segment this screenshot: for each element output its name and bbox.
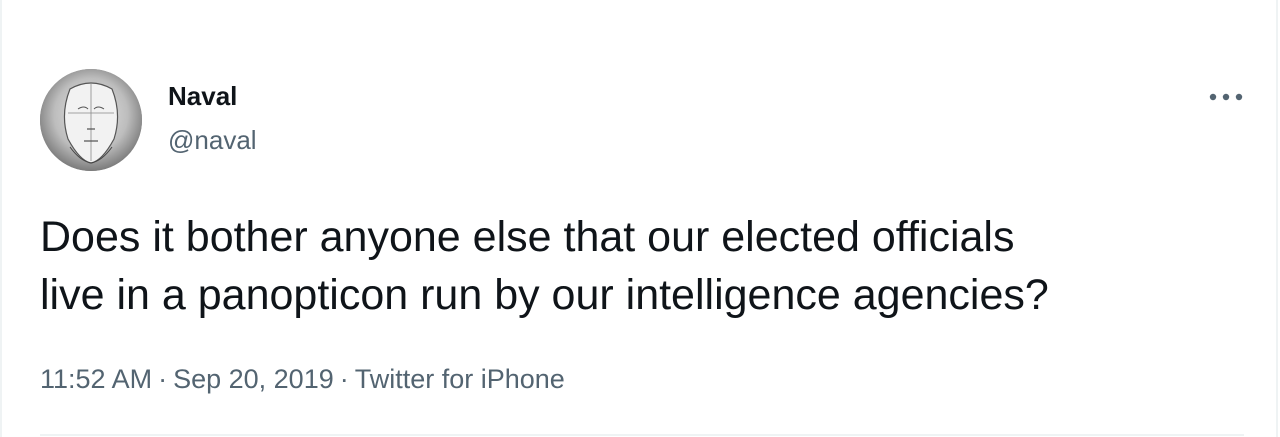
tweet-timestamp-link[interactable]: 11:52 AM · Sep 20, 2019 (40, 364, 334, 394)
more-horizontal-icon (1209, 93, 1243, 101)
tweet-card: ▀▀▀▀▀ Naval @naval (0, 0, 1278, 437)
tweet-date: Sep 20, 2019 (173, 364, 334, 394)
author-name[interactable]: Naval (168, 80, 237, 112)
previous-tweet-fragment: ▀▀▀▀▀ (162, 0, 282, 6)
avatar-sketch-icon (40, 69, 142, 171)
more-options-button[interactable] (1198, 82, 1254, 112)
author-handle[interactable]: @naval (168, 124, 257, 156)
tweet-metadata: 11:52 AM · Sep 20, 2019 · Twitter for iPhone (40, 362, 565, 396)
tweet-time: 11:52 AM (40, 364, 153, 394)
divider (40, 434, 1244, 436)
tweet-source-link[interactable]: Twitter for iPhone (355, 364, 565, 394)
tweet-text: Does it bother anyone else that our elec… (40, 208, 1240, 324)
separator: · (339, 364, 349, 394)
separator: · (158, 364, 168, 394)
tweet-text-line: live in a panopticon run by our intellig… (40, 271, 1049, 319)
tweet-text-line: Does it bother anyone else that our elec… (40, 213, 1015, 261)
avatar[interactable] (40, 69, 142, 171)
